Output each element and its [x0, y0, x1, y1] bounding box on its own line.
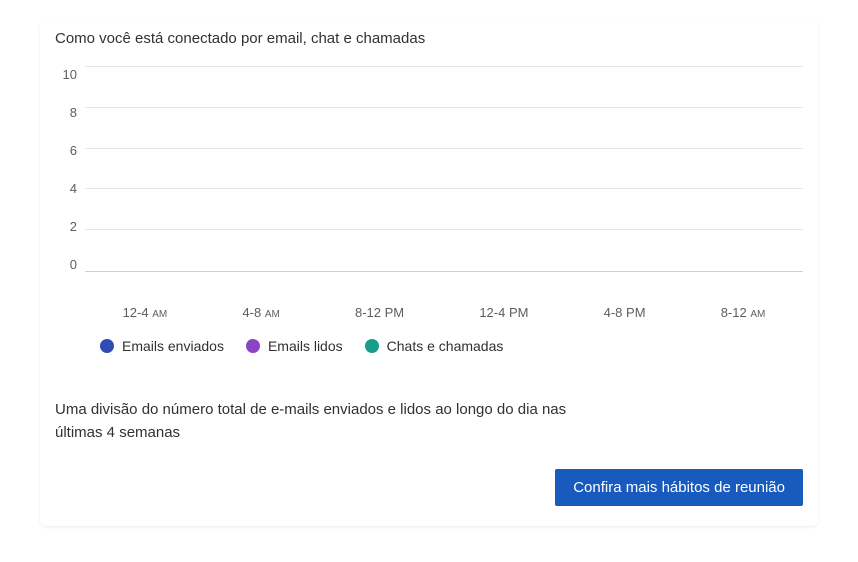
chart-area: 10 8 6 4 2 0	[55, 67, 803, 297]
legend-circle-icon	[100, 339, 114, 353]
chart-plot	[85, 67, 803, 272]
card-footer: Confira mais hábitos de reunião	[55, 469, 803, 506]
legend-label: Chats e chamadas	[387, 338, 504, 354]
legend-label: Emails enviados	[122, 338, 224, 354]
x-tick: 4-8 AM	[242, 305, 279, 320]
x-tick: 8-12 PM	[355, 305, 404, 320]
y-tick: 0	[70, 257, 77, 272]
y-tick: 6	[70, 143, 77, 158]
legend-circle-icon	[365, 339, 379, 353]
card-title: Como você está conectado por email, chat…	[55, 30, 803, 47]
x-tick: 4-8 PM	[604, 305, 646, 320]
y-axis: 10 8 6 4 2 0	[55, 67, 85, 272]
y-tick: 8	[70, 105, 77, 120]
bar-container	[85, 67, 803, 271]
cta-button[interactable]: Confira mais hábitos de reunião	[555, 469, 803, 506]
legend-circle-icon	[246, 339, 260, 353]
x-tick: 12-4 PM	[479, 305, 528, 320]
y-tick: 10	[63, 67, 77, 82]
card-description: Uma divisão do número total de e-mails e…	[55, 399, 615, 444]
chart-legend: Emails enviados Emails lidos Chats e cha…	[100, 338, 803, 354]
legend-item-read: Emails lidos	[246, 338, 343, 354]
y-tick: 2	[70, 219, 77, 234]
legend-item-chats: Chats e chamadas	[365, 338, 504, 354]
analytics-card: Como você está conectado por email, chat…	[40, 20, 818, 526]
x-tick: 8-12 AM	[721, 305, 766, 320]
x-tick: 12-4 AM	[123, 305, 168, 320]
legend-item-sent: Emails enviados	[100, 338, 224, 354]
x-axis: 12-4 AM 4-8 AM 8-12 PM 12-4 PM 4-8 PM 8-12 AM	[85, 305, 803, 320]
y-tick: 4	[70, 181, 77, 196]
legend-label: Emails lidos	[268, 338, 343, 354]
